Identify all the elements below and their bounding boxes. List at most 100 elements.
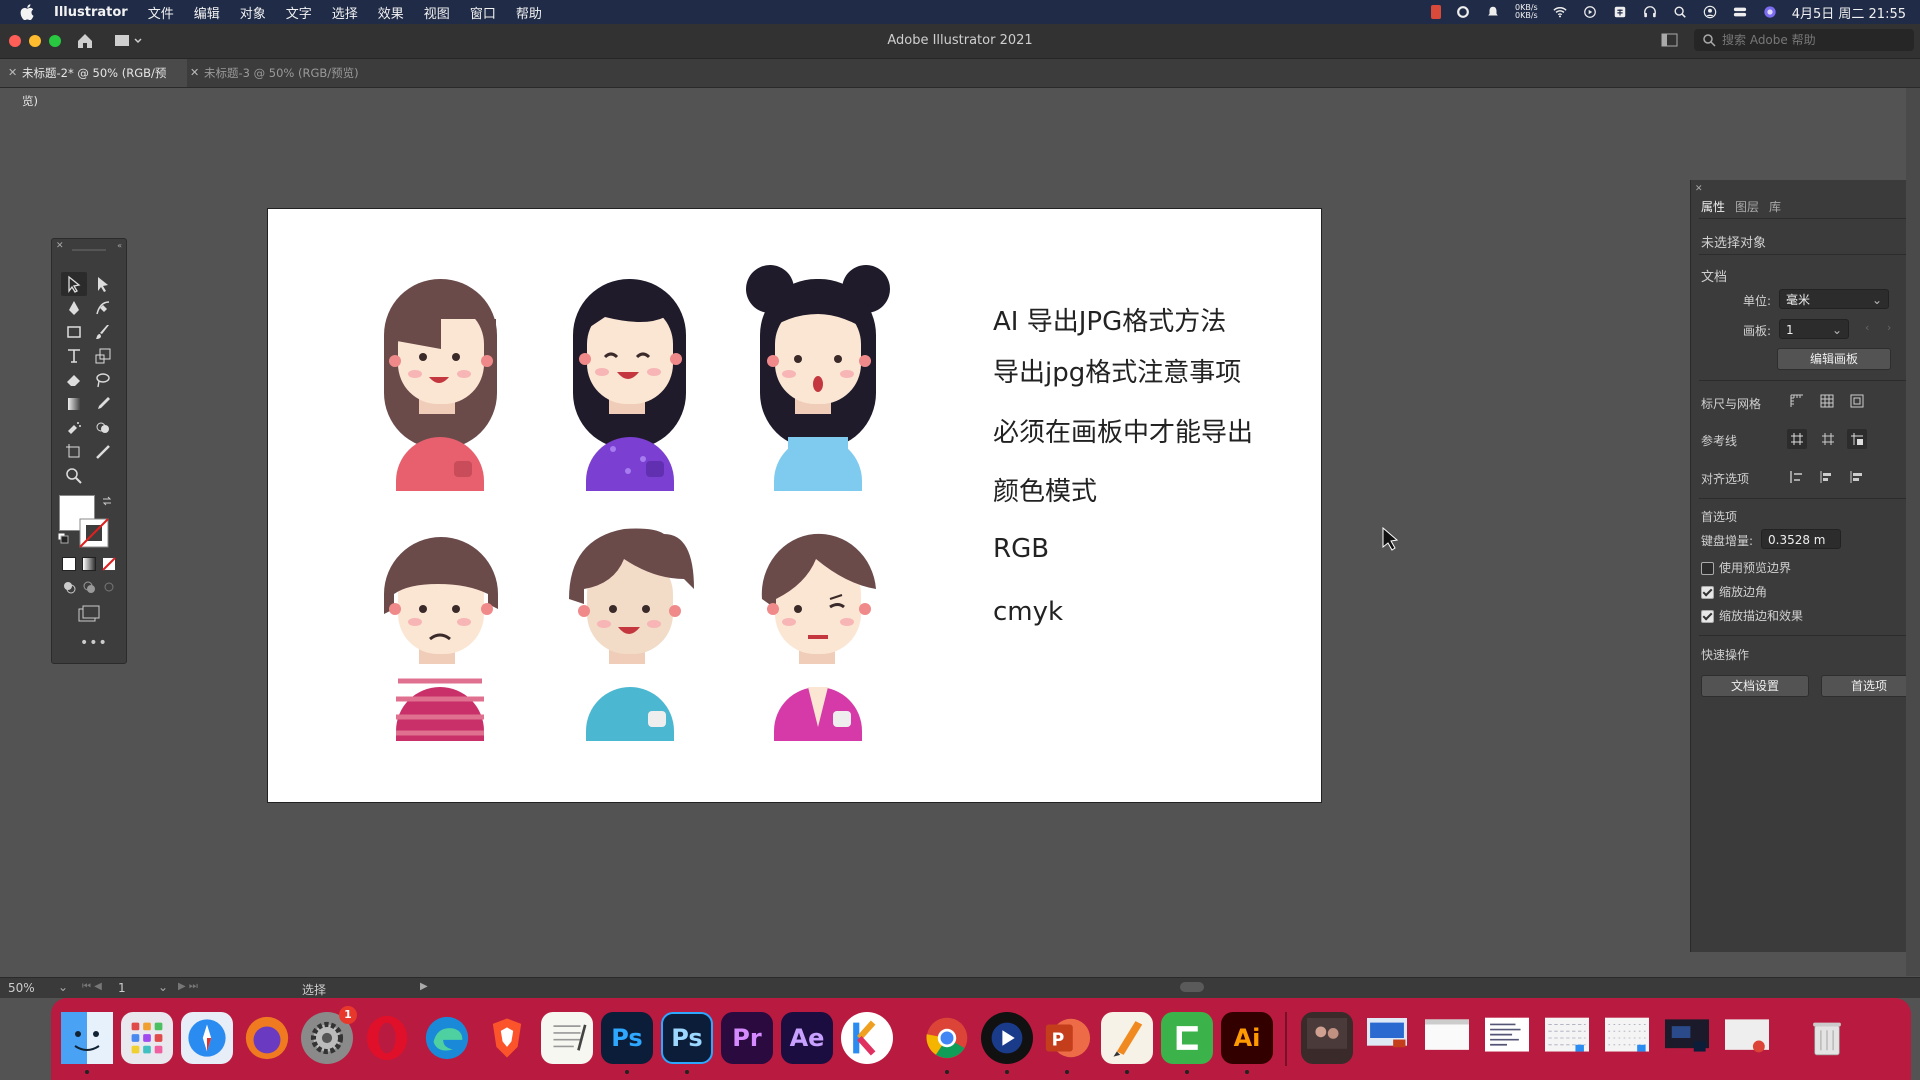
prev-artboard-icon[interactable]: ‹ <box>1865 321 1869 334</box>
recent-photoshop-window-thumbnail[interactable] <box>1661 1012 1713 1064</box>
align-to-selection-icon[interactable] <box>1819 469 1835 485</box>
help-search-input[interactable]: 搜索 Adobe 帮助 <box>1694 29 1914 51</box>
pages-icon[interactable] <box>1101 1012 1153 1064</box>
menu-effect[interactable]: 效果 <box>378 3 404 22</box>
zoom-level[interactable]: 50% <box>8 981 35 995</box>
recent-document-thumbnail-5[interactable] <box>1721 1012 1773 1064</box>
draw-inside-icon[interactable] <box>102 580 116 594</box>
avatar-boy-teal[interactable] <box>569 528 694 741</box>
scale-strokes-checkbox[interactable] <box>1701 610 1714 623</box>
artboard-text-line-6[interactable]: cmyk <box>993 597 1063 627</box>
close-panel-icon[interactable]: ✕ <box>1695 184 1703 194</box>
selection-tool[interactable] <box>61 272 87 296</box>
menu-object[interactable]: 对象 <box>240 3 266 22</box>
pixel-grid-icon[interactable] <box>1849 393 1865 409</box>
apple-icon[interactable] <box>20 4 34 20</box>
fill-color-mode-button[interactable] <box>62 557 76 571</box>
headphones-icon[interactable] <box>1642 5 1658 19</box>
vertical-scrollbar[interactable] <box>1906 88 1920 976</box>
safari-icon[interactable] <box>181 1012 233 1064</box>
tab-layers[interactable]: 图层 <box>1735 198 1759 215</box>
edge-icon[interactable] <box>421 1012 473 1064</box>
siri-icon[interactable] <box>1762 5 1778 19</box>
shape-builder-tool[interactable] <box>90 416 116 440</box>
recent-window-thumbnail-1[interactable] <box>1361 1012 1413 1064</box>
camtasia-icon[interactable] <box>1161 1012 1213 1064</box>
stroke-color-swatch[interactable] <box>78 517 110 549</box>
artboard-text-line-4[interactable]: 颜色模式 <box>993 471 1097 508</box>
artboard-text-line-5[interactable]: RGB <box>993 534 1049 564</box>
panel-grip[interactable] <box>72 249 106 251</box>
pen-tool[interactable] <box>61 296 87 320</box>
menu-file[interactable]: 文件 <box>148 3 174 22</box>
smart-guides-button[interactable] <box>1847 429 1867 449</box>
play-circle-icon[interactable] <box>1582 5 1598 19</box>
artboard-number[interactable]: 1 <box>118 981 126 995</box>
preferences-button[interactable]: 首选项 <box>1821 675 1917 697</box>
default-colors-icon[interactable] <box>57 532 69 544</box>
bell-icon[interactable] <box>1485 5 1501 19</box>
recent-photo-thumbnail[interactable] <box>1301 1012 1353 1064</box>
change-screen-mode-icon[interactable] <box>77 605 101 623</box>
draw-behind-icon[interactable] <box>82 580 96 594</box>
after-effects-icon[interactable]: Ae <box>781 1012 833 1064</box>
keyboard-increment-input[interactable]: 0.3528 m <box>1761 529 1841 549</box>
firefox-icon[interactable] <box>241 1012 293 1064</box>
none-mode-button[interactable] <box>102 557 116 571</box>
use-preview-bounds-checkbox[interactable] <box>1701 562 1714 575</box>
show-guides-button[interactable] <box>1787 429 1807 449</box>
arrange-documents-icon[interactable] <box>1661 32 1679 48</box>
tab-libraries[interactable]: 库 <box>1769 198 1781 215</box>
recent-document-thumbnail-3[interactable] <box>1541 1012 1593 1064</box>
more-tools-icon[interactable]: ••• <box>80 635 108 651</box>
horizontal-scroll-thumb[interactable] <box>1180 982 1204 992</box>
paintbrush-tool[interactable] <box>90 320 116 344</box>
keynote-k-icon[interactable] <box>841 1012 893 1064</box>
illustrator-icon[interactable]: Ai <box>1221 1012 1273 1064</box>
last-artboard-icon[interactable]: ▶ ⏭ <box>178 981 198 992</box>
units-select[interactable]: 毫米 ⌄ <box>1779 289 1889 309</box>
collapse-panel-icon[interactable]: « <box>117 241 122 250</box>
powerpoint-icon[interactable]: P <box>1041 1012 1093 1064</box>
control-center-icon[interactable] <box>1732 5 1748 19</box>
close-tab-icon[interactable]: ✕ <box>190 59 199 87</box>
tab-document-2[interactable]: ✕ 未标题-2* @ 50% (RGB/预览) <box>0 59 187 108</box>
zoom-dropdown-icon[interactable]: ⌄ <box>58 980 68 994</box>
avatar-boy-striped[interactable] <box>384 537 498 741</box>
artboard-text-line-2[interactable]: 导出jpg格式注意事项 <box>993 352 1241 389</box>
avatar-person-magenta[interactable] <box>761 533 876 741</box>
recent-document-thumbnail-4[interactable] <box>1601 1012 1653 1064</box>
align-to-artboard-icon[interactable] <box>1849 469 1865 485</box>
artboard-text-line-3[interactable]: 必须在画板中才能导出 <box>993 412 1253 449</box>
gradient-mode-button[interactable] <box>82 557 96 571</box>
spotlight-search-icon[interactable] <box>1672 5 1688 19</box>
avatar-girl-brown-hair[interactable] <box>384 279 497 491</box>
direct-selection-tool[interactable] <box>90 272 116 296</box>
opera-icon[interactable] <box>361 1012 413 1064</box>
eyedropper-tool[interactable] <box>90 392 116 416</box>
draw-normal-icon[interactable] <box>62 580 76 594</box>
chrome-icon[interactable] <box>921 1012 973 1064</box>
finder-icon[interactable] <box>61 1012 113 1064</box>
symbol-sprayer-tool[interactable] <box>61 416 87 440</box>
avatar-girl-black-hair[interactable] <box>573 279 686 491</box>
status-menu-arrow-icon[interactable]: ▶ <box>420 981 428 992</box>
status-o-icon[interactable] <box>1455 5 1471 19</box>
menu-edit[interactable]: 编辑 <box>194 3 220 22</box>
zoom-tool[interactable] <box>61 464 87 488</box>
next-artboard-icon[interactable]: › <box>1887 321 1891 334</box>
type-tool[interactable] <box>61 344 87 368</box>
swap-colors-icon[interactable] <box>101 495 113 507</box>
avatars-illustration[interactable] <box>268 209 1321 802</box>
document-setup-button[interactable]: 文档设置 <box>1701 675 1809 697</box>
menu-type[interactable]: 文字 <box>286 3 312 22</box>
input-method-icon[interactable] <box>1612 5 1628 19</box>
first-artboard-icon[interactable]: ⏮ ◀ <box>82 981 102 992</box>
avatar-girl-buns[interactable] <box>746 265 890 491</box>
menu-select[interactable]: 选择 <box>332 3 358 22</box>
eraser-tool[interactable] <box>61 368 87 392</box>
artboard[interactable]: AI 导出JPG格式方法 导出jpg格式注意事项 必须在画板中才能导出 颜色模式… <box>268 209 1321 802</box>
brave-icon[interactable] <box>481 1012 533 1064</box>
system-preferences-icon[interactable]: 1 <box>301 1006 357 1064</box>
user-icon[interactable] <box>1702 5 1718 19</box>
